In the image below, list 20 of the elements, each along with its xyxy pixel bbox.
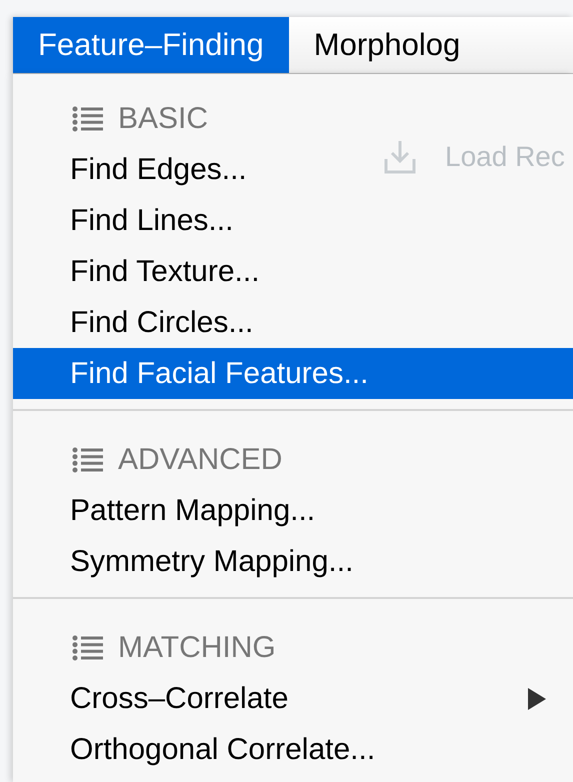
menu-item[interactable]: Find Texture... — [13, 246, 260, 297]
menu-item[interactable]: Find Lines... — [13, 195, 234, 246]
menu-bar-item[interactable]: Feature–Finding — [13, 17, 289, 73]
menu-item[interactable]: Find Facial Features... — [13, 348, 573, 399]
list-icon — [72, 106, 104, 132]
menu-bar-item[interactable]: Morpholog — [288, 17, 460, 73]
section-header: ADVANCED — [118, 442, 282, 478]
menu-item[interactable]: Cross–Correlate — [13, 673, 573, 724]
download-icon — [383, 139, 417, 175]
section-header: MATCHING — [118, 630, 276, 666]
menu-item[interactable]: Symmetry Mapping... — [13, 536, 354, 587]
menu-item[interactable]: Find Edges... — [13, 144, 247, 195]
list-icon — [72, 634, 104, 660]
list-icon — [72, 446, 104, 472]
menu-item[interactable]: Pattern Mapping... — [13, 485, 316, 536]
submenu-arrow-icon — [527, 686, 547, 710]
menu-item[interactable]: Orthogonal Correlate... — [13, 724, 376, 775]
menu-item[interactable]: Find Circles... — [13, 297, 254, 348]
load-label: Load Rec — [445, 140, 565, 174]
section-header: BASIC — [118, 101, 208, 137]
